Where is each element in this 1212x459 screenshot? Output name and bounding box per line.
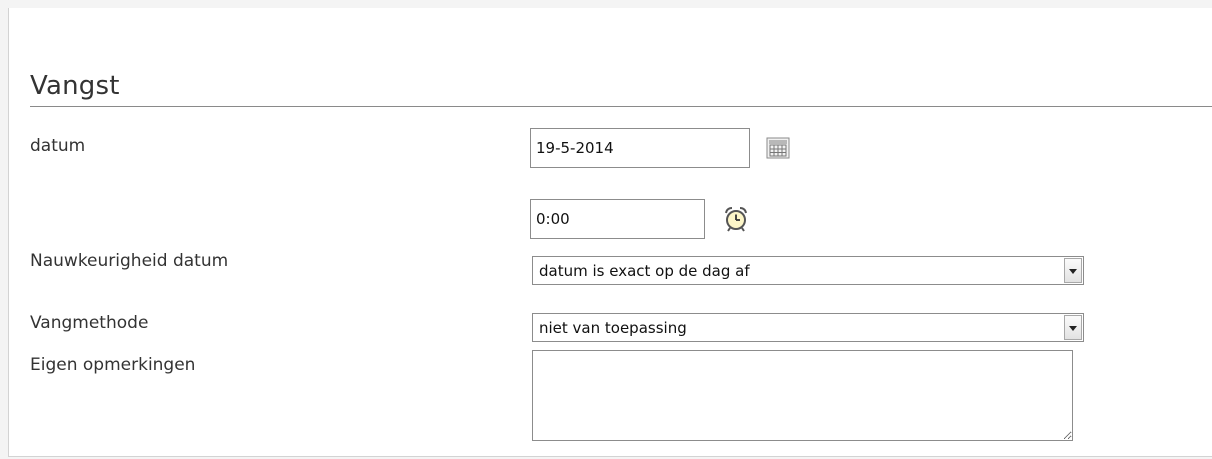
date-input[interactable]	[530, 128, 750, 168]
vangmethode-selected-value: niet van toepassing	[539, 319, 687, 337]
nauwkeurigheid-select[interactable]: datum is exact op de dag af	[532, 256, 1084, 285]
chevron-down-icon[interactable]	[1064, 315, 1082, 340]
vangmethode-label: Vangmethode	[30, 313, 149, 333]
opmerkingen-label: Eigen opmerkingen	[30, 355, 196, 375]
section-divider	[30, 106, 1212, 107]
alarm-clock-icon[interactable]	[722, 205, 750, 237]
datum-label: datum	[30, 136, 86, 156]
section-title: Vangst	[30, 71, 120, 101]
nauwkeurigheid-selected-value: datum is exact op de dag af	[539, 262, 750, 280]
vangmethode-select[interactable]: niet van toepassing	[532, 313, 1084, 342]
opmerkingen-textarea[interactable]	[532, 350, 1073, 441]
time-input[interactable]	[530, 199, 705, 239]
calendar-icon[interactable]	[766, 137, 790, 163]
nauwkeurigheid-label: Nauwkeurigheid datum	[30, 251, 229, 271]
chevron-down-icon[interactable]	[1064, 258, 1082, 283]
